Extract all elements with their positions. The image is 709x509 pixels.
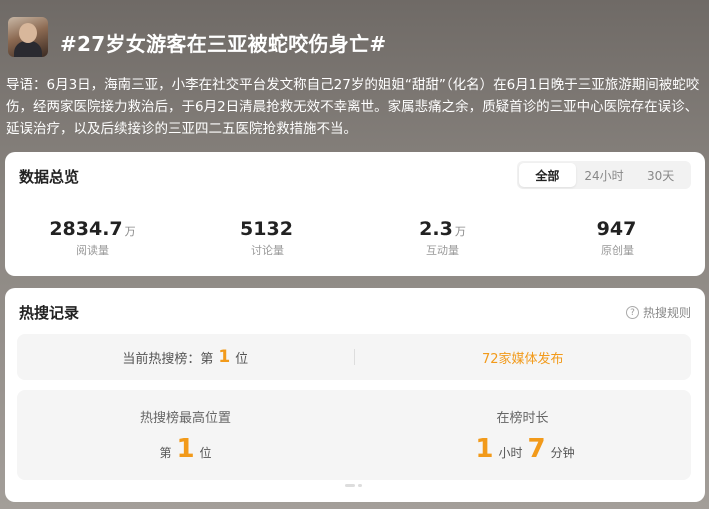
rules-label: 热搜规则 [642, 306, 691, 320]
current-rank: 当前热搜榜：第 1 位 [17, 347, 354, 367]
stat-interactions-label: 互动量 [426, 244, 459, 257]
stat-reads: 2834.7 万 阅读量 [5, 218, 180, 258]
hot-search-rules-link[interactable]: ? 热搜规则 [625, 304, 691, 321]
media-count-label: 72家媒体发布 [481, 351, 564, 367]
stat-originals-value: 947 [596, 218, 637, 240]
tab-24h[interactable]: 24小时 [576, 163, 633, 187]
pager-dot[interactable] [358, 484, 362, 487]
topic-title: #27岁女游客在三亚被蛇咬伤身亡# [60, 32, 387, 56]
stat-originals-label: 原创量 [601, 244, 634, 257]
topic-avatar[interactable] [8, 17, 48, 57]
peak-rank-value: 第 1 位 [159, 434, 211, 464]
rank-history-panel: 热搜榜最高位置 第 1 位 在榜时长 1 小时 7 分钟 [17, 390, 691, 480]
minutes-unit: 分钟 [550, 445, 575, 460]
current-rank-panel: 当前热搜榜：第 1 位 72家媒体发布 [17, 334, 691, 380]
topic-header: #27岁女游客在三亚被蛇咬伤身亡# [0, 0, 709, 68]
pager-dot-active[interactable] [345, 484, 355, 487]
stat-interactions: 2.3 万 互动量 [355, 218, 530, 258]
data-overview-card: 数据总览 全部 24小时 30天 2834.7 万 阅读量 5132 讨论量 2.… [5, 152, 705, 276]
on-list-duration: 在榜时长 1 小时 7 分钟 [354, 390, 691, 480]
current-rank-number: 1 [218, 347, 231, 367]
stat-discussions-value: 5132 [240, 218, 293, 240]
peak-rank: 热搜榜最高位置 第 1 位 [17, 390, 354, 480]
hours-unit: 小时 [498, 445, 523, 460]
stat-reads-label: 阅读量 [76, 244, 109, 257]
stat-interactions-unit: 万 [454, 225, 466, 238]
stat-discussions-label: 讨论量 [251, 244, 284, 257]
peak-rank-prefix: 第 [159, 445, 172, 460]
duration-hours: 1 [475, 433, 494, 464]
tab-all[interactable]: 全部 [519, 163, 576, 187]
stat-discussions: 5132 讨论量 [180, 218, 355, 258]
peak-rank-suffix: 位 [199, 445, 212, 460]
overview-title: 数据总览 [19, 168, 80, 186]
duration-label: 在榜时长 [496, 410, 549, 426]
pager-dots[interactable] [345, 484, 362, 487]
stats-row: 2834.7 万 阅读量 5132 讨论量 2.3 万 互动量 947 原创量 [5, 218, 705, 258]
hot-search-title: 热搜记录 [19, 304, 80, 322]
time-range-tabs: 全部 24小时 30天 [517, 161, 691, 189]
topic-intro: 导语：6月3日，海南三亚，小李在社交平台发文称自己27岁的姐姐“甜甜”（化名）在… [6, 77, 700, 137]
peak-rank-number: 1 [176, 433, 195, 464]
current-rank-suffix: 位 [235, 351, 249, 367]
stat-reads-value: 2834.7 [49, 218, 123, 240]
duration-minutes: 7 [527, 433, 546, 464]
peak-rank-label: 热搜榜最高位置 [139, 410, 231, 426]
duration-value: 1 小时 7 分钟 [470, 434, 574, 464]
tab-30d[interactable]: 30天 [632, 163, 689, 187]
question-circle-icon: ? [625, 306, 639, 319]
current-rank-prefix: 当前热搜榜：第 [122, 351, 214, 367]
stat-originals: 947 原创量 [530, 218, 705, 258]
stat-reads-unit: 万 [124, 225, 136, 238]
stat-interactions-value: 2.3 [419, 218, 453, 240]
hot-search-card: 热搜记录 ? 热搜规则 当前热搜榜：第 1 位 72家媒体发布 热搜榜最高位置 … [5, 288, 705, 502]
media-count[interactable]: 72家媒体发布 [355, 348, 692, 367]
